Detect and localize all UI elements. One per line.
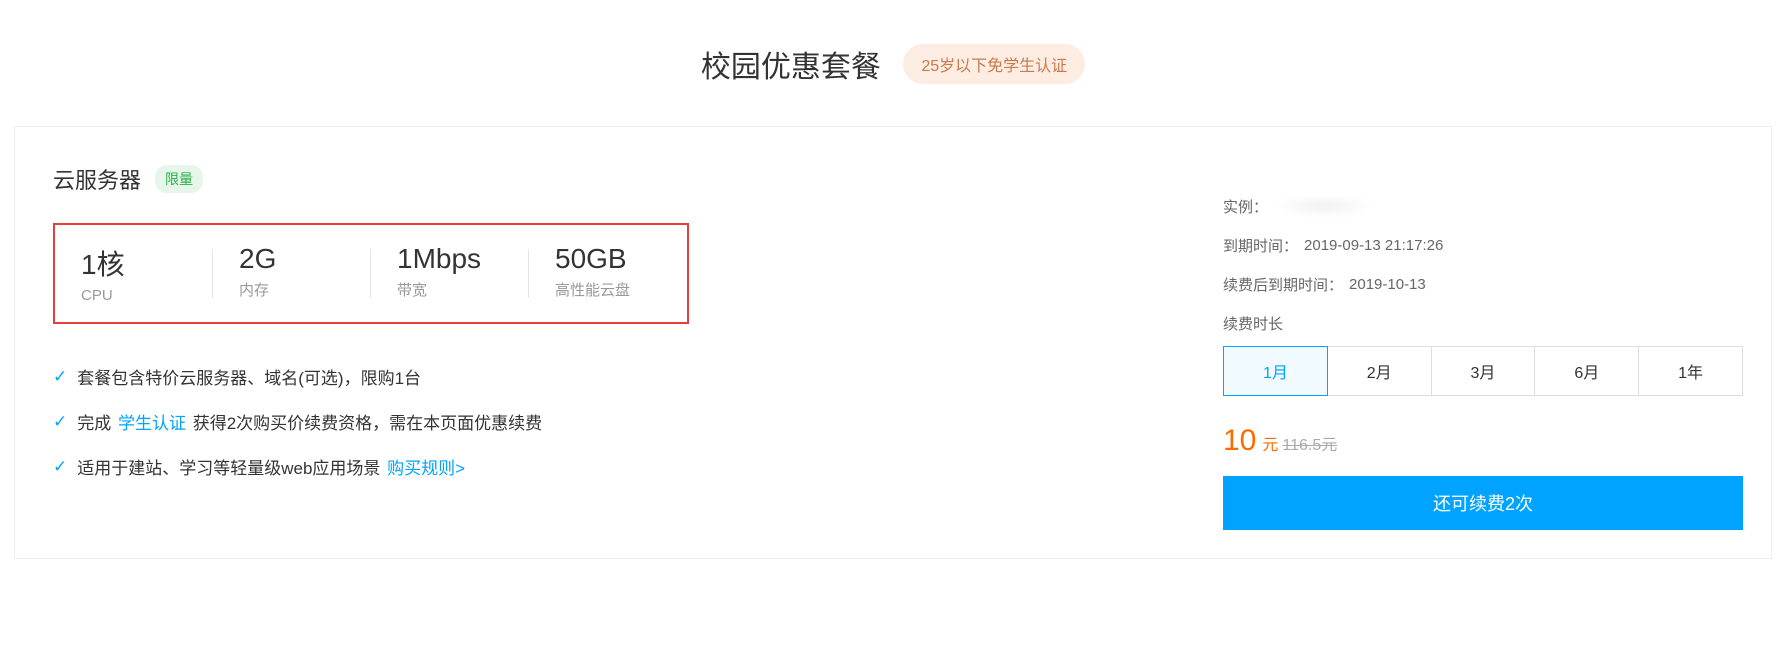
- duration-option-3m[interactable]: 3月: [1431, 346, 1536, 396]
- check-icon: ✓: [53, 367, 67, 387]
- spec-label: CPU: [81, 287, 187, 304]
- spec-memory: 2G 内存: [213, 243, 371, 304]
- spec-bandwidth: 1Mbps 带宽: [371, 243, 529, 304]
- product-header: 云服务器 限量: [53, 163, 1173, 195]
- instance-line: 实例：: [1223, 195, 1743, 217]
- renew-button[interactable]: 还可续费2次: [1223, 476, 1743, 530]
- age-badge: 25岁以下免学生认证: [903, 44, 1085, 84]
- spec-label: 高性能云盘: [555, 279, 661, 300]
- feature-text: 适用于建站、学习等轻量级web应用场景 购买规则>: [77, 454, 467, 479]
- page-title: 校园优惠套餐: [701, 42, 881, 86]
- duration-option-2m[interactable]: 2月: [1327, 346, 1432, 396]
- check-icon: ✓: [53, 412, 67, 432]
- instance-value-masked: [1274, 195, 1374, 217]
- product-name: 云服务器: [53, 163, 141, 195]
- expire-label: 到期时间：: [1223, 235, 1298, 256]
- expire-value: 2019-09-13 21:17:26: [1304, 237, 1443, 254]
- price-original: 116.5元: [1282, 431, 1337, 455]
- instance-label: 实例：: [1223, 196, 1268, 217]
- duration-options: 1月 2月 3月 6月 1年: [1223, 346, 1743, 396]
- product-card: 云服务器 限量 1核 CPU 2G 内存 1Mbps 带宽 50GB 高性能云盘: [14, 126, 1772, 559]
- spec-value: 50GB: [555, 243, 661, 275]
- spec-disk: 50GB 高性能云盘: [529, 243, 687, 304]
- expire-line: 到期时间： 2019-09-13 21:17:26: [1223, 235, 1743, 256]
- duration-option-1m[interactable]: 1月: [1223, 346, 1328, 396]
- feature-item: ✓ 适用于建站、学习等轻量级web应用场景 购买规则>: [53, 454, 1173, 479]
- spec-cpu: 1核 CPU: [55, 243, 213, 304]
- spec-value: 1Mbps: [397, 243, 503, 275]
- after-renew-line: 续费后到期时间： 2019-10-13: [1223, 274, 1743, 295]
- spec-label: 内存: [239, 279, 345, 300]
- duration-option-1y[interactable]: 1年: [1638, 346, 1743, 396]
- feature-item: ✓ 完成 学生认证 获得2次购买价续费资格，需在本页面优惠续费: [53, 409, 1173, 434]
- feature-list: ✓ 套餐包含特价云服务器、域名(可选)，限购1台 ✓ 完成 学生认证 获得2次购…: [53, 364, 1173, 479]
- spec-box: 1核 CPU 2G 内存 1Mbps 带宽 50GB 高性能云盘: [53, 223, 689, 324]
- price-unit: 元: [1262, 431, 1278, 455]
- feature-text: 套餐包含特价云服务器、域名(可选)，限购1台: [77, 364, 421, 389]
- limited-badge: 限量: [155, 165, 203, 193]
- after-renew-value: 2019-10-13: [1349, 276, 1426, 293]
- check-icon: ✓: [53, 457, 67, 477]
- spec-value: 1核: [81, 243, 187, 283]
- spec-label: 带宽: [397, 279, 503, 300]
- spec-value: 2G: [239, 243, 345, 275]
- price-row: 10 元 116.5元: [1223, 424, 1743, 458]
- duration-option-6m[interactable]: 6月: [1534, 346, 1639, 396]
- after-renew-label: 续费后到期时间：: [1223, 274, 1343, 295]
- student-auth-link[interactable]: 学生认证: [118, 414, 186, 433]
- page-header: 校园优惠套餐 25岁以下免学生认证: [0, 0, 1786, 118]
- duration-label: 续费时长: [1223, 313, 1743, 334]
- feature-item: ✓ 套餐包含特价云服务器、域名(可选)，限购1台: [53, 364, 1173, 389]
- price-number: 10: [1223, 424, 1256, 458]
- card-left: 云服务器 限量 1核 CPU 2G 内存 1Mbps 带宽 50GB 高性能云盘: [15, 127, 1211, 558]
- feature-text: 完成 学生认证 获得2次购买价续费资格，需在本页面优惠续费: [77, 409, 542, 434]
- purchase-rules-link[interactable]: 购买规则>: [387, 459, 465, 478]
- card-right: 实例： 到期时间： 2019-09-13 21:17:26 续费后到期时间： 2…: [1211, 127, 1771, 558]
